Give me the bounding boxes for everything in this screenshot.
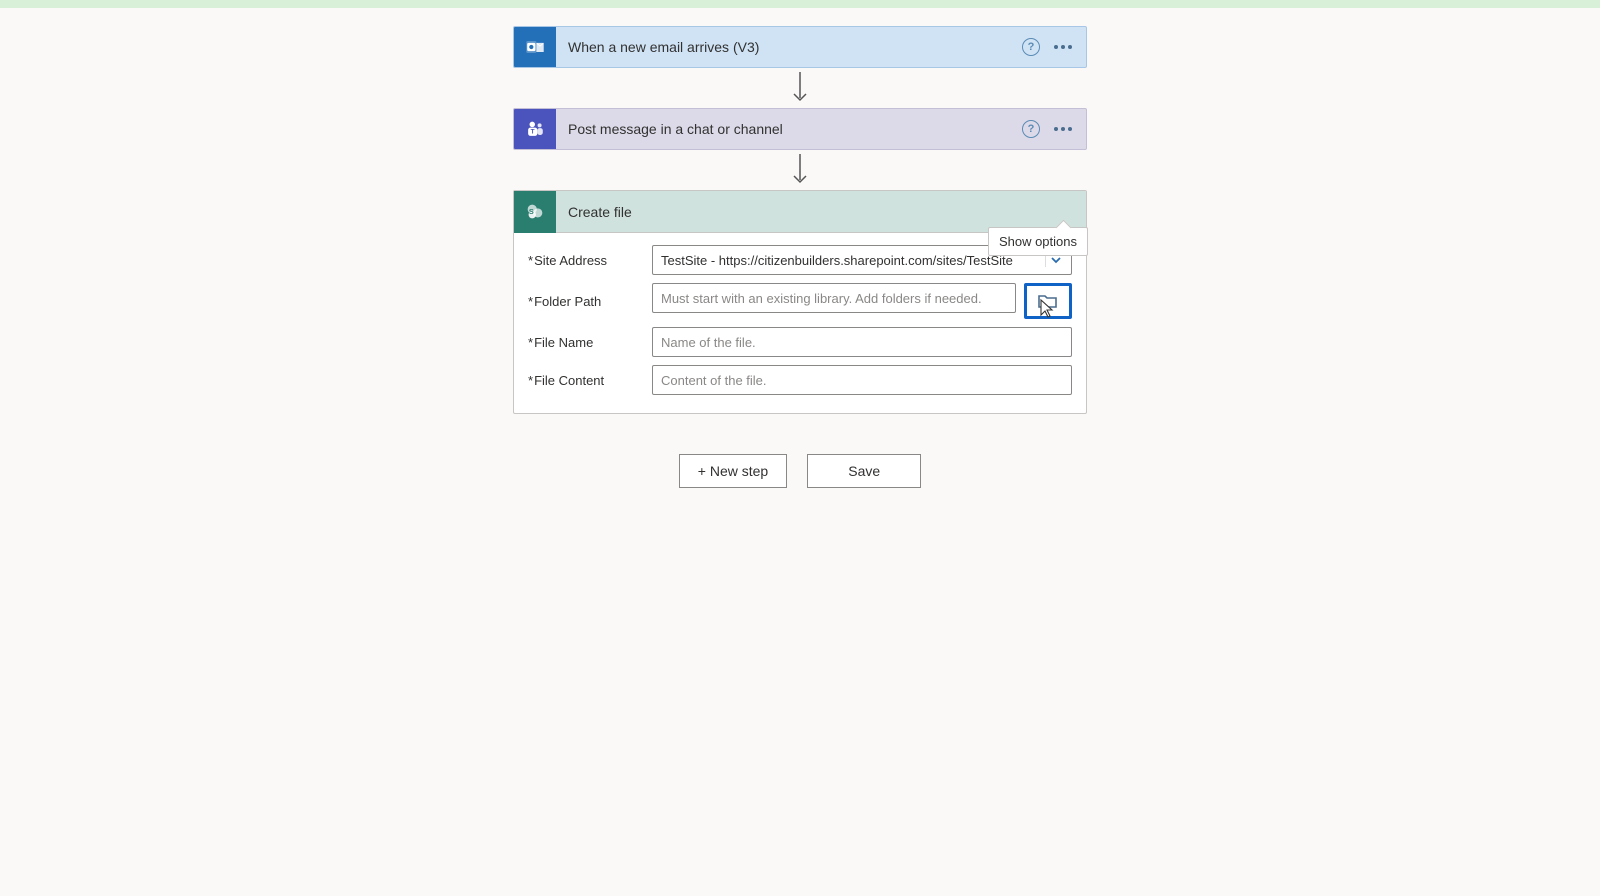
field-label: *Folder Path [528, 294, 652, 309]
svg-text:S: S [529, 206, 534, 215]
top-notification-strip [0, 0, 1600, 8]
step-title: When a new email arrives (V3) [556, 39, 1022, 55]
folder-path-input[interactable]: Must start with an existing library. Add… [652, 283, 1016, 313]
field-label: *File Name [528, 335, 652, 350]
save-button[interactable]: Save [807, 454, 921, 488]
show-options-tooltip[interactable]: Show options [988, 227, 1088, 256]
outlook-icon [514, 26, 556, 68]
file-content-input[interactable]: Content of the file. [652, 365, 1072, 395]
connector-arrow [790, 150, 810, 190]
step-title: Post message in a chat or channel [556, 121, 1022, 137]
connector-arrow [790, 68, 810, 108]
more-options-icon[interactable] [1054, 127, 1072, 131]
help-icon[interactable]: ? [1022, 120, 1040, 138]
field-label: *Site Address [528, 253, 652, 268]
folder-icon [1036, 291, 1060, 311]
sharepoint-icon: S [514, 191, 556, 233]
more-options-icon[interactable] [1054, 45, 1072, 49]
help-icon[interactable]: ? [1022, 38, 1040, 56]
field-label: *File Content [528, 373, 652, 388]
svg-text:T: T [531, 129, 535, 136]
step-title: Create file [556, 204, 1086, 220]
field-row-file-content: *File Content Content of the file. [528, 365, 1072, 395]
teams-icon: T [514, 108, 556, 150]
step-card-create-file-expanded: S Create file Show options *Site Address… [513, 190, 1087, 414]
folder-picker-button[interactable] [1024, 283, 1072, 319]
step-form: *Site Address TestSite - https://citizen… [514, 233, 1086, 413]
step-card-email-trigger[interactable]: When a new email arrives (V3) ? [513, 26, 1087, 68]
field-row-folder-path: *Folder Path Must start with an existing… [528, 283, 1072, 319]
step-card-teams-post[interactable]: T Post message in a chat or channel ? [513, 108, 1087, 150]
file-name-input[interactable]: Name of the file. [652, 327, 1072, 357]
field-row-file-name: *File Name Name of the file. [528, 327, 1072, 357]
flow-canvas: When a new email arrives (V3) ? T Post m… [0, 8, 1600, 488]
site-address-value: TestSite - https://citizenbuilders.share… [661, 253, 1041, 268]
action-buttons: + New step Save [679, 454, 921, 488]
new-step-button[interactable]: + New step [679, 454, 787, 488]
